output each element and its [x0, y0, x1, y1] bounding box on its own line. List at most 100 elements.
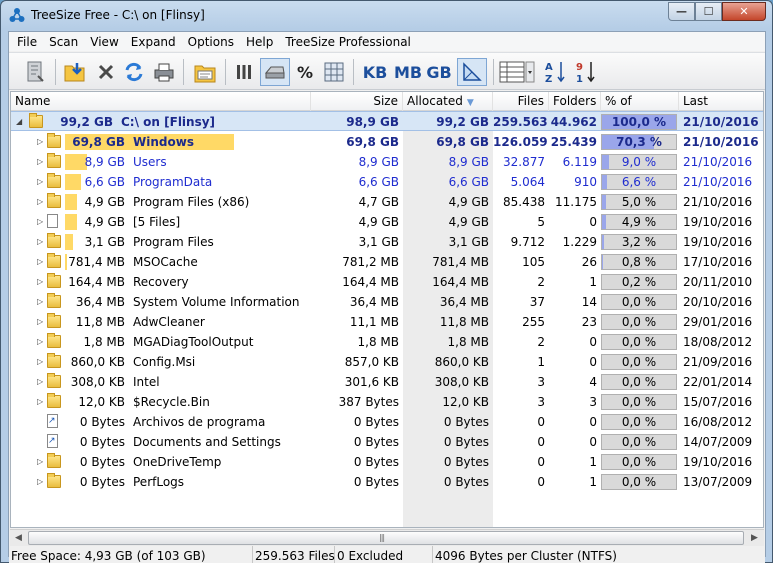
- columns-button[interactable]: [497, 58, 537, 86]
- row-size-label: 69,8 GB: [72, 135, 125, 149]
- row-folders: 910: [574, 175, 597, 189]
- col-folders[interactable]: Folders: [549, 92, 601, 111]
- col-percent[interactable]: % of Paren...: [601, 92, 679, 127]
- menu-view[interactable]: View: [84, 35, 124, 49]
- expand-icon[interactable]: ▷: [37, 252, 43, 272]
- expand-icon[interactable]: ▷: [37, 172, 43, 192]
- folder-row[interactable]: ▷ 36,4 MB System Volume Information 36,4 MB…: [11, 292, 763, 312]
- row-allocated: 0 Bytes: [443, 455, 489, 469]
- bar-view-button[interactable]: [231, 58, 257, 86]
- sort-size-button[interactable]: 9 1: [573, 58, 599, 86]
- col-size[interactable]: Size: [311, 92, 403, 111]
- unit-mb-button[interactable]: MB: [393, 58, 423, 86]
- row-files: 2: [537, 275, 545, 289]
- folder-row[interactable]: ▷ 3,1 GB Program Files 3,1 GB 3,1 GB 9.712 1.2…: [11, 232, 763, 252]
- expand-icon[interactable]: ▷: [37, 372, 43, 392]
- scan-options-button[interactable]: [21, 58, 49, 86]
- col-name[interactable]: Name: [11, 92, 311, 111]
- auto-unit-icon: [463, 62, 482, 81]
- unit-gb-button[interactable]: GB: [425, 58, 453, 86]
- horizontal-scrollbar[interactable]: ◀ ||| ▶: [10, 529, 764, 546]
- row-modified: 21/09/2016: [683, 355, 753, 369]
- expand-icon[interactable]: ▷: [37, 272, 43, 292]
- folder-row[interactable]: ▷ 0 Bytes OneDriveTemp 0 Bytes 0 Bytes 0 1 0,0 …: [11, 452, 763, 472]
- expand-icon[interactable]: ▷: [37, 292, 43, 312]
- folder-row[interactable]: ▷ 860,0 KB Config.Msi 857,0 KB 860,0 KB 1 0 0,0…: [11, 352, 763, 372]
- unit-kb-button[interactable]: KB: [361, 58, 389, 86]
- row-name: Users: [133, 155, 167, 169]
- row-modified: 21/10/2016: [683, 135, 759, 149]
- folder-row[interactable]: ▷ 308,0 KB Intel 301,6 KB 308,0 KB 3 4 0,0 % 22/…: [11, 372, 763, 392]
- folder-row[interactable]: ▷ 0 Bytes PerfLogs 0 Bytes 0 Bytes 0 1 0,0 % 13/…: [11, 472, 763, 492]
- folder-tree-grid[interactable]: Name Size Allocated ▼ Files Folders % of …: [10, 91, 764, 528]
- expand-icon[interactable]: ▷: [37, 192, 43, 212]
- expand-icon[interactable]: ▷: [37, 232, 43, 252]
- svg-text:1: 1: [576, 74, 583, 85]
- maximize-button[interactable]: ☐: [695, 2, 722, 21]
- export-button[interactable]: [191, 58, 219, 86]
- status-files: 259.563 Files: [253, 546, 335, 563]
- expand-icon[interactable]: ▷: [37, 392, 43, 412]
- root-percent-bar: 100,0 %: [601, 114, 677, 130]
- print-button[interactable]: [151, 58, 177, 86]
- row-percent: 0,0 %: [621, 355, 657, 369]
- folder-row[interactable]: ▷ 8,9 GB Users 8,9 GB 8,9 GB 32.877 6.119 9,0 %…: [11, 152, 763, 172]
- scroll-left-icon[interactable]: ◀: [10, 530, 27, 546]
- root-folders: 44.962: [550, 115, 597, 129]
- scroll-right-icon[interactable]: ▶: [746, 530, 763, 546]
- title-bar[interactable]: TreeSize Free - C:\ on [Flinsy] — ☐ ✕: [1, 1, 772, 31]
- close-button[interactable]: ✕: [722, 2, 766, 21]
- refresh-button[interactable]: [121, 58, 147, 86]
- expand-icon[interactable]: ▷: [37, 152, 43, 172]
- sort-alpha-button[interactable]: A Z: [543, 58, 569, 86]
- grid-view-button[interactable]: [321, 58, 347, 86]
- expand-icon[interactable]: ▷: [37, 352, 43, 372]
- folder-row[interactable]: ▷ 11,8 MB AdwCleaner 11,1 MB 11,8 MB 255 23 0,0…: [11, 312, 763, 332]
- col-files[interactable]: Files: [493, 92, 549, 111]
- folder-row[interactable]: ▷ 1,8 MB MGADiagToolOutput 1,8 MB 1,8 MB 2 0 0,…: [11, 332, 763, 352]
- percent-view-button[interactable]: %: [293, 58, 317, 86]
- menu-expand[interactable]: Expand: [125, 35, 182, 49]
- stop-button[interactable]: [93, 58, 119, 86]
- expand-icon[interactable]: ▷: [37, 452, 43, 472]
- folder-row[interactable]: ▷ 12,0 KB $Recycle.Bin 387 Bytes 12,0 KB 3 3 0,…: [11, 392, 763, 412]
- row-files: 3: [537, 375, 545, 389]
- folder-row[interactable]: 0 Bytes Archivos de programa 0 Bytes 0 Byte…: [11, 412, 763, 432]
- col-allocated[interactable]: Allocated ▼: [403, 92, 493, 111]
- folder-icon: [47, 173, 61, 188]
- scrollbar-thumb[interactable]: |||: [28, 531, 744, 545]
- row-percent-bar: 0,0 %: [601, 374, 677, 390]
- expand-icon[interactable]: ▷: [37, 332, 43, 352]
- row-files: 255: [522, 315, 545, 329]
- row-modified: 20/10/2016: [683, 295, 753, 309]
- auto-unit-button[interactable]: [457, 58, 487, 86]
- row-folders: 0: [589, 415, 597, 429]
- root-row[interactable]: ◢ 99,2 GB C:\ on [Flinsy] 98,9 GB 99,2 G…: [11, 111, 763, 131]
- folder-row[interactable]: ▷ 69,8 GB Windows 69,8 GB 69,8 GB 126.059 25.4…: [11, 132, 763, 152]
- row-name: $Recycle.Bin: [133, 395, 210, 409]
- menu-treesize-professional[interactable]: TreeSize Professional: [279, 35, 417, 49]
- folder-row[interactable]: ▷ 6,6 GB ProgramData 6,6 GB 6,6 GB 5.064 910 6,…: [11, 172, 763, 192]
- expand-icon[interactable]: ▷: [37, 312, 43, 332]
- menu-options[interactable]: Options: [182, 35, 240, 49]
- collapse-icon[interactable]: ◢: [16, 112, 22, 132]
- expand-icon[interactable]: ▷: [37, 212, 43, 232]
- menu-help[interactable]: Help: [240, 35, 279, 49]
- select-folder-button[interactable]: [61, 58, 89, 86]
- menu-scan[interactable]: Scan: [43, 35, 84, 49]
- folder-row[interactable]: ▷ 4,9 GB [5 Files] 4,9 GB 4,9 GB 5 0 4,9 % 19/10…: [11, 212, 763, 232]
- minimize-button[interactable]: —: [668, 2, 695, 21]
- size-view-button[interactable]: [260, 58, 290, 86]
- folder-row[interactable]: 0 Bytes Documents and Settings 0 Bytes 0 By…: [11, 432, 763, 452]
- expand-icon[interactable]: ▷: [37, 132, 43, 152]
- row-size: 8,9 GB: [358, 155, 399, 169]
- folder-icon: [47, 233, 61, 248]
- expand-icon[interactable]: ▷: [37, 472, 43, 492]
- shortcut-folder-icon: [47, 414, 58, 428]
- folder-row[interactable]: ▷ 781,4 MB MSOCache 781,2 MB 781,4 MB 105 26 0,…: [11, 252, 763, 272]
- folder-row[interactable]: ▷ 4,9 GB Program Files (x86) 4,7 GB 4,9 GB 85…: [11, 192, 763, 212]
- menu-file[interactable]: File: [11, 35, 43, 49]
- folder-row[interactable]: ▷ 164,4 MB Recovery 164,4 MB 164,4 MB 2 1 0,2 %…: [11, 272, 763, 292]
- col-last-modified[interactable]: Last Modified: [679, 92, 763, 127]
- toolbar-separator: [493, 59, 494, 85]
